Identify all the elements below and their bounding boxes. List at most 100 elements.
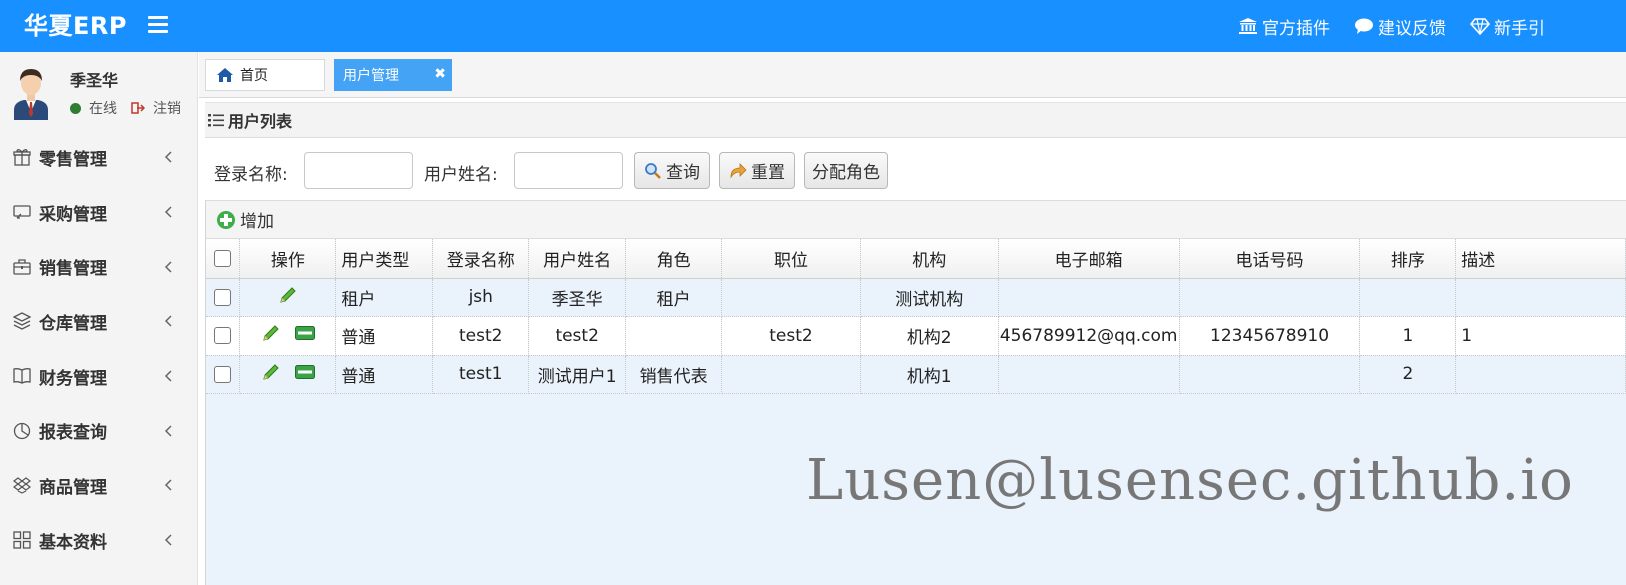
panel-title: 用户列表 — [205, 102, 1626, 138]
sort-cell — [1359, 278, 1457, 317]
add-icon — [217, 210, 235, 229]
tab-home-label: 首页 — [240, 68, 268, 84]
email-cell: 456789912@qq.com — [998, 316, 1180, 356]
delete-icon[interactable] — [294, 364, 315, 379]
assign-role-button[interactable]: 分配角色 — [804, 152, 888, 189]
reset-button[interactable]: 重置 — [719, 152, 795, 189]
panel-title-label: 用户列表 — [228, 112, 293, 131]
user-status: 在线 注销 — [70, 98, 181, 118]
sidebar-item-products[interactable]: 商品管理 — [0, 458, 198, 513]
sidebar-item-label: 销售管理 — [39, 259, 107, 280]
query-button-label: 查询 — [666, 163, 700, 183]
close-icon[interactable]: ✖ — [434, 66, 446, 82]
gift-icon — [13, 149, 31, 166]
sidebar-item-purchase[interactable]: 采购管理 — [0, 185, 198, 240]
tab-user-management[interactable]: 用户管理 ✖ — [334, 59, 452, 91]
login-name-cell: test2 — [432, 316, 530, 356]
role-cell: 租户 — [625, 278, 723, 317]
sidebar-item-finance[interactable]: 财务管理 — [0, 349, 198, 404]
select-all-checkbox[interactable] — [214, 249, 232, 267]
sidebar-item-reports[interactable]: 报表查询 — [0, 403, 198, 458]
sidebar-item-label: 商品管理 — [39, 477, 107, 498]
top-link-label: 官方插件 — [1262, 18, 1330, 39]
column-header[interactable]: 机构 — [860, 239, 999, 279]
user-table: 操作 用户类型 登录名称 用户姓名 角色 职位 机构 电子邮箱 电话号码 排序 … — [206, 239, 1626, 394]
comment-icon — [1355, 18, 1373, 34]
operations-cell — [239, 278, 337, 317]
tab-home[interactable]: 首页 — [205, 59, 325, 91]
column-header[interactable]: 描述 — [1455, 239, 1626, 279]
sidebar-item-label: 报表查询 — [39, 423, 107, 444]
column-header[interactable]: 角色 — [625, 239, 723, 279]
sidebar-item-retail[interactable]: 零售管理 — [0, 130, 198, 185]
org-cell: 机构1 — [860, 355, 999, 394]
online-label: 在线 — [89, 101, 117, 117]
column-header[interactable]: 用户类型 — [335, 239, 434, 279]
dropbox-icon — [13, 477, 31, 495]
sidebar-item-warehouse[interactable]: 仓库管理 — [0, 294, 198, 349]
org-cell: 测试机构 — [860, 278, 999, 317]
column-header[interactable]: 电话号码 — [1179, 239, 1361, 279]
chevron-left-icon — [164, 206, 172, 218]
column-header: 操作 — [239, 239, 337, 279]
briefcase-icon — [13, 259, 31, 275]
table-row[interactable]: 租户 jsh 季圣华 租户 测试机构 — [206, 278, 1626, 317]
operations-cell — [239, 355, 337, 394]
app-logo[interactable]: 华夏ERP — [24, 6, 127, 41]
delete-icon[interactable] — [294, 326, 315, 341]
user-name-cell: test2 — [528, 316, 627, 356]
diamond-icon — [1470, 18, 1490, 35]
login-name-cell: jsh — [432, 278, 530, 317]
role-cell — [625, 316, 723, 356]
edit-pencil-icon[interactable] — [278, 285, 298, 305]
position-cell — [721, 355, 861, 394]
row-checkbox[interactable] — [214, 288, 232, 306]
column-header[interactable]: 登录名称 — [432, 239, 530, 279]
login-name-cell: test1 — [432, 355, 530, 394]
column-header[interactable]: 用户姓名 — [528, 239, 627, 279]
layers-icon — [13, 312, 31, 331]
top-header: 华夏ERP 官方插件 建议反馈 新手引 — [0, 0, 1626, 52]
pie-chart-icon — [13, 422, 31, 439]
sort-cell: 1 — [1359, 316, 1457, 356]
edit-pencil-icon[interactable] — [261, 362, 281, 382]
sidebar-item-label: 采购管理 — [39, 204, 107, 225]
column-header[interactable]: 排序 — [1359, 239, 1457, 279]
query-button[interactable]: 查询 — [634, 152, 710, 189]
undo-arrow-icon — [730, 162, 747, 178]
sidebar-item-sales[interactable]: 销售管理 — [0, 239, 198, 294]
official-plugins-link[interactable]: 官方插件 — [1238, 14, 1330, 39]
position-cell: test2 — [721, 316, 861, 356]
desc-cell — [1455, 355, 1626, 394]
row-checkbox-cell — [206, 278, 241, 317]
add-button-label: 增加 — [240, 212, 274, 232]
login-name-input[interactable] — [304, 152, 413, 189]
logout-link[interactable]: 注销 — [131, 98, 181, 118]
hamburger-menu-icon[interactable] — [146, 12, 170, 36]
add-button[interactable]: 增加 — [216, 207, 274, 232]
table-row[interactable]: 普通 test2 test2 test2 机构2 456789912@qq.co… — [206, 316, 1626, 356]
feedback-link[interactable]: 建议反馈 — [1354, 14, 1446, 39]
avatar — [14, 69, 48, 120]
column-header[interactable]: 电子邮箱 — [998, 239, 1180, 279]
beginner-guide-link[interactable]: 新手引 — [1470, 14, 1545, 39]
row-checkbox-cell — [206, 316, 241, 356]
chevron-left-icon — [164, 425, 172, 437]
user-name-input[interactable] — [514, 152, 623, 189]
phone-cell: 12345678910 — [1179, 316, 1361, 356]
sidebar-item-basic-data[interactable]: 基本资料 — [0, 513, 198, 568]
user-type-cell: 普通 — [335, 355, 434, 394]
top-link-label: 新手引 — [1494, 18, 1545, 39]
column-header[interactable]: 职位 — [721, 239, 861, 279]
row-checkbox[interactable] — [214, 365, 232, 383]
edit-pencil-icon[interactable] — [261, 323, 281, 343]
tab-active-label: 用户管理 — [343, 68, 399, 84]
sidebar-item-label: 仓库管理 — [39, 313, 107, 334]
table-row[interactable]: 普通 test1 测试用户1 销售代表 机构1 2 — [206, 355, 1626, 394]
sign-out-icon — [131, 102, 145, 114]
top-link-label: 建议反馈 — [1378, 18, 1446, 39]
row-checkbox[interactable] — [214, 327, 232, 345]
watermark-text: Lusen@lusensec.github.io — [806, 448, 1574, 513]
reset-button-label: 重置 — [751, 163, 785, 183]
row-checkbox-cell — [206, 355, 241, 394]
